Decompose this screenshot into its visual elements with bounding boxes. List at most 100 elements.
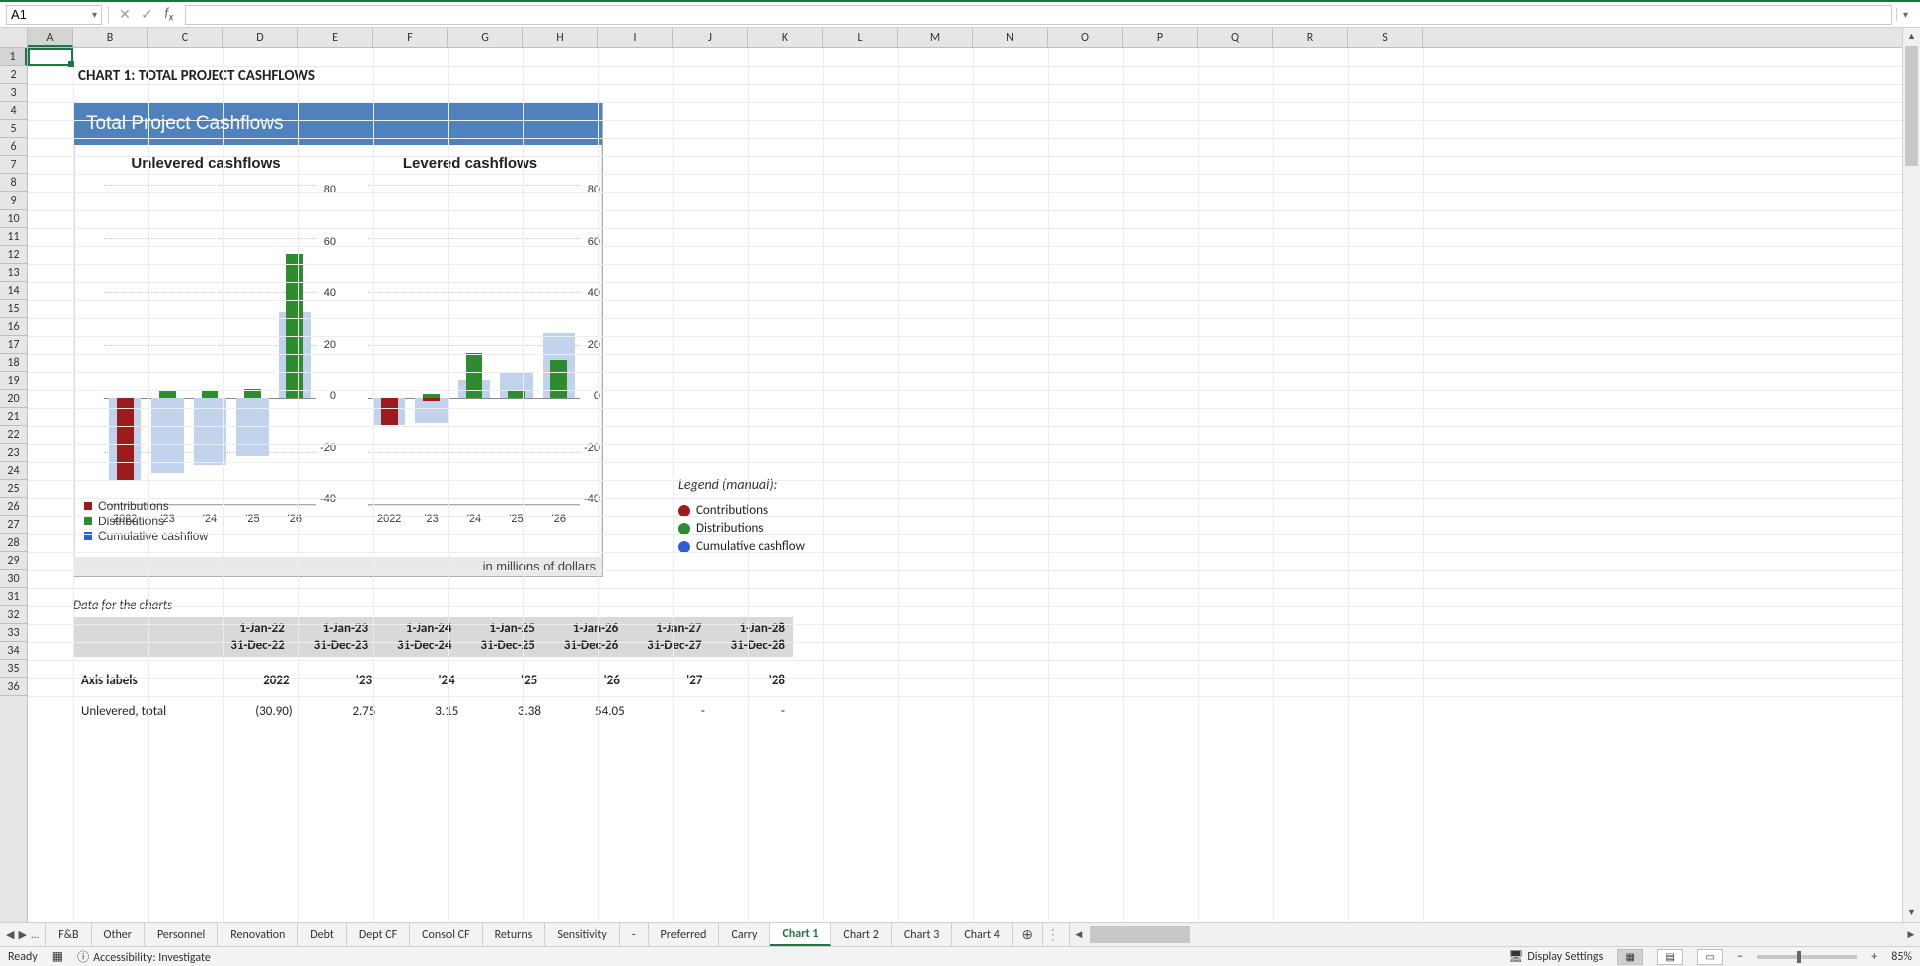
scroll-left-icon[interactable]: ◀ bbox=[1070, 923, 1088, 946]
sheet-tab[interactable]: Chart 1 bbox=[770, 923, 831, 946]
tab-split-grip[interactable]: ⋮ bbox=[1043, 923, 1063, 946]
tab-nav-next-icon[interactable]: ▶ bbox=[18, 928, 26, 941]
sheet-tab[interactable]: Preferred bbox=[649, 923, 720, 946]
sheet-tab[interactable]: Debt bbox=[298, 923, 347, 946]
row-header[interactable]: 33 bbox=[0, 624, 27, 642]
column-header[interactable]: H bbox=[523, 28, 598, 47]
column-header[interactable]: G bbox=[448, 28, 523, 47]
row-header[interactable]: 7 bbox=[0, 156, 27, 174]
column-header[interactable]: C bbox=[148, 28, 223, 47]
row-header[interactable]: 20 bbox=[0, 390, 27, 408]
scroll-right-icon[interactable]: ▶ bbox=[1902, 923, 1920, 946]
row-header[interactable]: 10 bbox=[0, 210, 27, 228]
display-settings-button[interactable]: 🖥Display Settings bbox=[1508, 949, 1603, 964]
column-header[interactable]: K bbox=[748, 28, 823, 47]
column-header[interactable]: N bbox=[973, 28, 1048, 47]
row-header[interactable]: 22 bbox=[0, 426, 27, 444]
row-header[interactable]: 28 bbox=[0, 534, 27, 552]
column-header[interactable]: A bbox=[28, 28, 73, 47]
row-header[interactable]: 5 bbox=[0, 120, 27, 138]
sheet-tab[interactable]: Personnel bbox=[145, 923, 218, 946]
view-normal-button[interactable]: ▦ bbox=[1617, 949, 1643, 965]
row-header[interactable]: 26 bbox=[0, 498, 27, 516]
sheet-tab[interactable]: - bbox=[620, 923, 649, 946]
name-box-input[interactable] bbox=[11, 7, 71, 22]
sheet-tab[interactable]: Chart 3 bbox=[892, 923, 952, 946]
sheet-tab[interactable]: F&B bbox=[46, 923, 91, 946]
row-header[interactable]: 30 bbox=[0, 570, 27, 588]
row-header[interactable]: 25 bbox=[0, 480, 27, 498]
scroll-down-icon[interactable]: ▼ bbox=[1903, 904, 1920, 922]
row-header[interactable]: 27 bbox=[0, 516, 27, 534]
sheet-tab[interactable]: Chart 2 bbox=[831, 923, 891, 946]
select-all-corner[interactable] bbox=[0, 28, 28, 47]
horizontal-scrollbar[interactable]: ◀ ▶ bbox=[1069, 923, 1920, 946]
row-header[interactable]: 9 bbox=[0, 192, 27, 210]
column-header[interactable]: I bbox=[598, 28, 673, 47]
row-header[interactable]: 1 bbox=[0, 48, 27, 66]
row-header[interactable]: 24 bbox=[0, 462, 27, 480]
column-header[interactable]: F bbox=[373, 28, 448, 47]
column-header[interactable]: Q bbox=[1198, 28, 1273, 47]
row-header[interactable]: 3 bbox=[0, 84, 27, 102]
sheet-tab[interactable]: Returns bbox=[483, 923, 546, 946]
sheet-tab[interactable]: Renovation bbox=[218, 923, 298, 946]
column-header[interactable]: B bbox=[73, 28, 148, 47]
sheet-tab[interactable]: Chart 4 bbox=[952, 923, 1012, 946]
tab-nav-prev-icon[interactable]: ◀ bbox=[6, 928, 14, 941]
sheet-tab[interactable]: Other bbox=[92, 923, 145, 946]
row-header[interactable]: 15 bbox=[0, 300, 27, 318]
zoom-level[interactable]: 85% bbox=[1891, 950, 1912, 964]
row-header[interactable]: 11 bbox=[0, 228, 27, 246]
view-page-break-button[interactable]: ▭ bbox=[1697, 949, 1723, 965]
row-header[interactable]: 19 bbox=[0, 372, 27, 390]
row-header[interactable]: 12 bbox=[0, 246, 27, 264]
column-header[interactable]: O bbox=[1048, 28, 1123, 47]
row-header[interactable]: 29 bbox=[0, 552, 27, 570]
row-header[interactable]: 31 bbox=[0, 588, 27, 606]
view-page-layout-button[interactable]: ▤ bbox=[1657, 949, 1683, 965]
scrollbar-thumb[interactable] bbox=[1905, 46, 1918, 166]
row-header[interactable]: 14 bbox=[0, 282, 27, 300]
row-header[interactable]: 2 bbox=[0, 66, 27, 84]
zoom-out-button[interactable]: − bbox=[1737, 950, 1743, 964]
tab-nav-ellipsis[interactable]: ... bbox=[31, 928, 39, 941]
zoom-slider[interactable] bbox=[1757, 955, 1857, 959]
vertical-scrollbar[interactable]: ▲ ▼ bbox=[1902, 28, 1920, 922]
accessibility-status[interactable]: ⓘAccessibility: Investigate bbox=[77, 948, 211, 965]
column-header[interactable]: E bbox=[298, 28, 373, 47]
row-header[interactable]: 6 bbox=[0, 138, 27, 156]
sheet-tab[interactable]: Carry bbox=[719, 923, 770, 946]
row-header[interactable]: 34 bbox=[0, 642, 27, 660]
macro-record-icon[interactable]: ▦ bbox=[52, 949, 63, 964]
scroll-up-icon[interactable]: ▲ bbox=[1903, 28, 1920, 46]
row-header[interactable]: 35 bbox=[0, 660, 27, 678]
zoom-slider-thumb[interactable] bbox=[1797, 951, 1801, 963]
formula-input[interactable] bbox=[185, 5, 1892, 25]
row-header[interactable]: 13 bbox=[0, 264, 27, 282]
formula-expand-icon[interactable]: ▾ bbox=[1896, 8, 1914, 21]
row-header[interactable]: 16 bbox=[0, 318, 27, 336]
sheet-tab[interactable]: Sensitivity bbox=[545, 923, 620, 946]
scrollbar-thumb[interactable] bbox=[1090, 926, 1190, 943]
row-header[interactable]: 4 bbox=[0, 102, 27, 120]
sheet-tab[interactable]: Dept CF bbox=[347, 923, 410, 946]
new-sheet-button[interactable]: ⊕ bbox=[1013, 923, 1043, 946]
row-header[interactable]: 18 bbox=[0, 354, 27, 372]
column-header[interactable]: L bbox=[823, 28, 898, 47]
chevron-down-icon[interactable]: ▾ bbox=[92, 8, 97, 21]
row-header[interactable]: 23 bbox=[0, 444, 27, 462]
column-header[interactable]: S bbox=[1348, 28, 1423, 47]
row-header[interactable]: 32 bbox=[0, 606, 27, 624]
grid[interactable]: CHART 1: TOTAL PROJECT CASHFLOWS Total P… bbox=[28, 48, 1902, 922]
column-header[interactable]: P bbox=[1123, 28, 1198, 47]
row-header[interactable]: 36 bbox=[0, 678, 27, 696]
zoom-in-button[interactable]: + bbox=[1871, 950, 1877, 964]
column-header[interactable]: J bbox=[673, 28, 748, 47]
row-header[interactable]: 8 bbox=[0, 174, 27, 192]
row-header[interactable]: 21 bbox=[0, 408, 27, 426]
column-header[interactable]: D bbox=[223, 28, 298, 47]
sheet-tab[interactable]: Consol CF bbox=[410, 923, 482, 946]
fx-icon[interactable]: fx bbox=[159, 6, 179, 24]
column-header[interactable]: R bbox=[1273, 28, 1348, 47]
